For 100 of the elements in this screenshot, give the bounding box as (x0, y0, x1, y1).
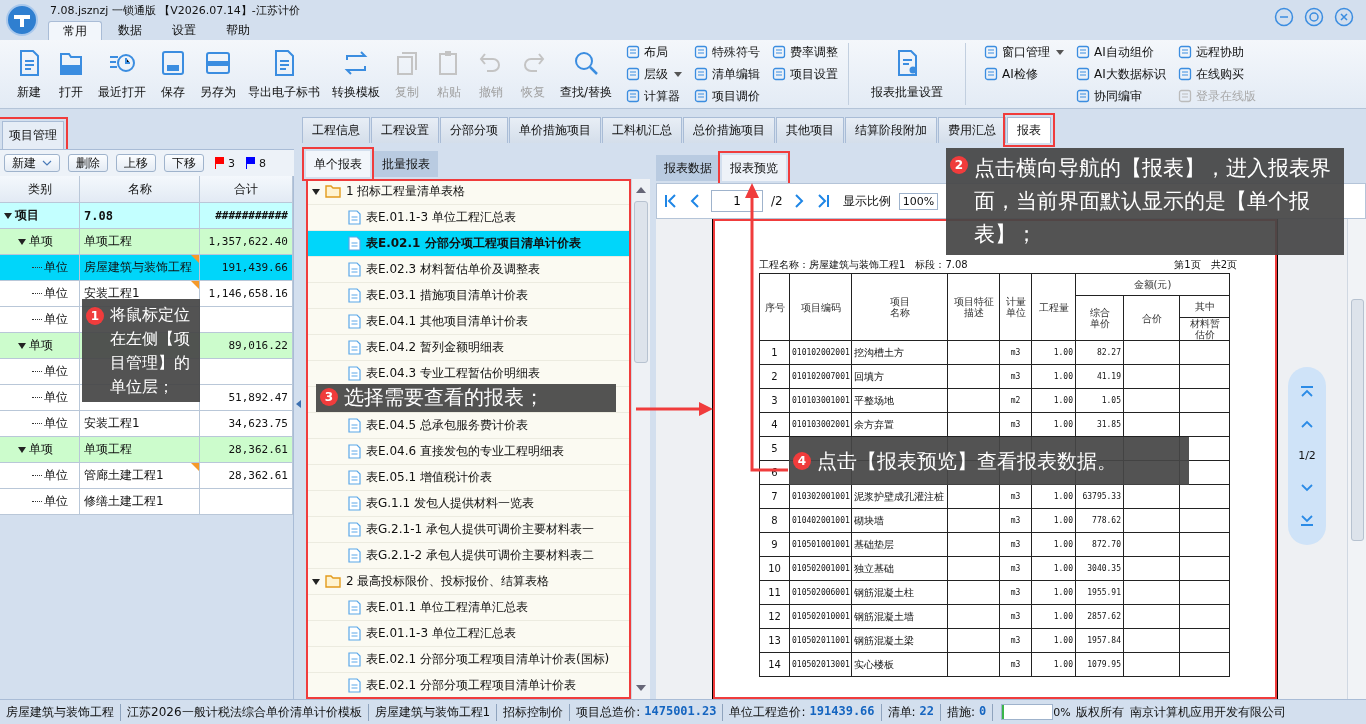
toolbar-button[interactable]: 另存为 (194, 45, 242, 103)
panel-button[interactable]: 删除 (68, 154, 108, 172)
status-label: 单位工程造价: (729, 703, 806, 721)
tree-item[interactable]: 表E.02.1 分部分项工程项目清单计价表 (366, 677, 576, 694)
chevron-down-icon[interactable] (1300, 484, 1314, 493)
scrollbar[interactable] (1347, 219, 1366, 699)
toolbar-button[interactable]: 打开 (50, 45, 92, 103)
close-icon[interactable] (1334, 7, 1354, 27)
top-icon[interactable] (1300, 385, 1314, 398)
column-header: 项目特征描述 (952, 296, 995, 318)
nav-tab[interactable]: 总价措施项目 (683, 117, 775, 143)
first-page-icon[interactable] (663, 193, 679, 209)
toolbar-button[interactable]: 布局 (626, 42, 683, 62)
table-cell: 2 (771, 371, 778, 382)
table-cell: 实心楼板 (854, 658, 894, 670)
restore-icon[interactable] (1304, 7, 1324, 27)
table-cell: 28,362.61 (228, 443, 288, 456)
menu-tab[interactable]: 数据 (104, 21, 156, 40)
column-header: 合计 (200, 176, 293, 202)
chevron-up-icon[interactable] (1300, 419, 1314, 428)
nav-tab[interactable]: 其他项目 (776, 117, 844, 143)
toolbar-button[interactable]: 保存 (152, 45, 194, 103)
minimize-icon[interactable] (1274, 7, 1294, 27)
bottom-icon[interactable] (1300, 514, 1314, 527)
table-cell: 1,146,658.16 (208, 287, 288, 300)
zoom-select[interactable]: 100% (898, 192, 939, 210)
table-cell: 单项 (29, 233, 53, 250)
nav-tab[interactable]: 工料机汇总 (602, 117, 682, 143)
tree-item[interactable]: 表G.1.1 发包人提供材料一览表 (366, 495, 534, 512)
toolbar-button[interactable]: 项目调价 (694, 86, 761, 106)
tree-item[interactable]: 表G.2.1-1 承包人提供可调价主要材料表一 (366, 521, 594, 538)
document-icon (348, 522, 361, 537)
tree-item[interactable]: 表E.01.1 单位工程清单汇总表 (366, 599, 528, 616)
table-cell: 010502011001 (792, 636, 850, 645)
report-mode-tab[interactable]: 批量报表 (374, 151, 438, 177)
tree-item[interactable]: 表E.03.1 措施项目清单计价表 (366, 287, 528, 304)
nav-tab[interactable]: 工程信息 (302, 117, 370, 143)
nav-tab[interactable]: 单价措施项目 (509, 117, 601, 143)
view-tab[interactable]: 报表数据 (656, 155, 720, 181)
tree-item[interactable]: 表E.05.1 增值税计价表 (366, 469, 492, 486)
tree-item[interactable]: 表G.2.1-2 承包人提供可调价主要材料表二 (366, 547, 594, 564)
panel-button[interactable]: 上移 (116, 154, 156, 172)
toolbar-button[interactable]: 在线购买 (1177, 64, 1256, 84)
toolbar-button[interactable]: 特殊符号 (694, 42, 761, 62)
tree-item[interactable]: 表E.04.2 暂列金额明细表 (366, 339, 504, 356)
toolbar-button[interactable]: AI大数据标识 (1076, 64, 1166, 84)
toolbar-button[interactable]: AI检修 (984, 64, 1065, 84)
table-cell: 10 (768, 563, 781, 574)
table-cell: m3 (1010, 612, 1021, 621)
tree-item[interactable]: 表E.02.1 分部分项工程项目清单计价表(国标) (366, 651, 610, 668)
toolbar-button[interactable]: 清单编辑 (694, 64, 761, 84)
tree-item[interactable]: 表E.04.1 其他项目清单计价表 (366, 313, 528, 330)
expand-icon[interactable] (18, 446, 26, 453)
table-cell: 基础垫层 (854, 538, 894, 550)
toolbar-button[interactable]: 新建 (8, 45, 50, 103)
toolbar-button[interactable]: 转换模板 (326, 45, 386, 103)
table-cell: 1955.91 (1087, 588, 1121, 597)
toolbar-button[interactable]: 费率调整 (772, 42, 839, 62)
list-icon (772, 67, 787, 81)
tree-item[interactable]: 表E.02.3 材料暂估单价及调整表 (366, 261, 540, 278)
tree-item[interactable]: 表E.04.3 专业工程暂估价明细表 (366, 365, 540, 382)
panel-button[interactable]: 下移 (164, 154, 204, 172)
toolbar-button[interactable]: 查找/替换 (554, 45, 619, 103)
nav-tab[interactable]: 工程设置 (371, 117, 439, 143)
table-cell: 回填方 (854, 370, 884, 382)
toolbar-button[interactable]: 项目设置 (772, 64, 839, 84)
table-cell: 010102007001 (792, 372, 850, 381)
table-cell: 单位 (44, 259, 68, 276)
panel-button[interactable]: 新建 (4, 154, 60, 172)
callout-text: 点击横向导航的【报表】，进入报表界面，当前界面默认显示的是【单个报表】； (974, 155, 1332, 248)
toolbar-button[interactable]: AI自动组价 (1076, 42, 1166, 62)
menu-tab[interactable]: 帮助 (212, 21, 264, 40)
menu-tab[interactable]: 设置 (158, 21, 210, 40)
nav-tab[interactable]: 分部分项 (440, 117, 508, 143)
table-cell: 010302001001 (792, 492, 850, 501)
table-cell: 修缮土建工程1 (84, 493, 164, 510)
toolbar-button[interactable]: 层级 (626, 64, 683, 84)
toolbar-button[interactable]: 窗口管理 (984, 42, 1065, 62)
toolbar-button[interactable]: 最近打开 (92, 45, 152, 103)
toolbar-button[interactable]: 导出电子标书 (242, 45, 326, 103)
toolbar-button[interactable]: 远程协助 (1177, 42, 1256, 62)
tree-item[interactable]: 1 招标工程量清单表格 (346, 183, 466, 200)
tree-item[interactable]: 表E.01.1-3 单位工程汇总表 (366, 625, 516, 642)
tree-item[interactable]: 表E.01.1-3 单位工程汇总表 (366, 209, 516, 226)
expand-icon[interactable] (18, 238, 26, 245)
toolbar-button[interactable]: 计算器 (626, 86, 683, 106)
menu-tab[interactable]: 常用 (48, 21, 102, 40)
toolbar-button[interactable]: 报表批量设置 (859, 45, 956, 103)
expand-icon[interactable] (18, 342, 26, 349)
expand-icon[interactable] (4, 212, 12, 219)
tree-item[interactable]: 表E.04.5 总承包服务费计价表 (366, 417, 528, 434)
tree-item[interactable]: 2 最高投标限价、投标报价、结算表格 (346, 573, 550, 590)
table-cell: 挖沟槽土方 (854, 346, 904, 358)
nav-tab[interactable]: 费用汇总 (938, 117, 1006, 143)
table-cell: 房屋建筑与装饰工程 (84, 259, 192, 276)
scrollbar[interactable] (631, 179, 650, 699)
tree-item[interactable]: 表E.04.6 直接发包的专业工程明细表 (366, 443, 564, 460)
nav-tab[interactable]: 结算阶段附加 (845, 117, 937, 143)
table-cell: 11 (768, 587, 781, 598)
toolbar-button[interactable]: 协同编审 (1076, 86, 1166, 106)
